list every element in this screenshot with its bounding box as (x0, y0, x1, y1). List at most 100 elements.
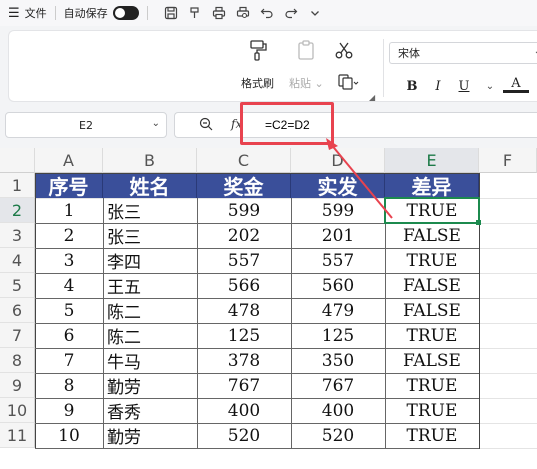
sheet-grid[interactable]: A B C D E F 1 2 3 4 5 6 7 8 9 10 11 序号 姓名 奖金 实发 差异 1 张三 599 599 TR… (0, 148, 537, 469)
table-cell[interactable]: 378 (197, 348, 291, 373)
redo-icon[interactable] (282, 4, 300, 22)
table-cell[interactable]: 8 (35, 373, 103, 398)
table-cell[interactable]: 10 (35, 423, 103, 448)
table-cell[interactable]: FALSE (385, 298, 479, 323)
row-header-2[interactable]: 2 (0, 198, 35, 223)
table-cell[interactable]: 400 (291, 398, 385, 423)
table-cell[interactable]: TRUE (385, 248, 479, 273)
name-box[interactable]: E2 ⌄ (5, 112, 167, 138)
table-cell[interactable]: 2 (35, 223, 103, 248)
underline-button[interactable]: U (451, 76, 477, 96)
format-painter-icon[interactable] (186, 4, 204, 22)
table-cell[interactable]: 201 (291, 223, 385, 248)
table-cell[interactable]: 牛马 (103, 348, 197, 373)
table-cell[interactable]: TRUE (385, 423, 479, 448)
table-cell[interactable]: TRUE (385, 373, 479, 398)
cut-button[interactable] (331, 37, 357, 63)
select-all-corner[interactable] (0, 148, 35, 173)
table-cell[interactable]: 张三 (103, 223, 197, 248)
table-cell[interactable]: 400 (197, 398, 291, 423)
table-cell[interactable]: 478 (197, 298, 291, 323)
row-header-7[interactable]: 7 (0, 323, 35, 348)
more-chevron-icon[interactable] (306, 4, 324, 22)
column-header-d[interactable]: D (291, 148, 385, 173)
file-menu-button[interactable]: ☰ 文件 (0, 0, 47, 26)
table-header-cell[interactable]: 序号 (35, 173, 103, 199)
dialog-launcher-icon[interactable]: ◢ (369, 93, 375, 102)
table-header-cell[interactable]: 实发 (291, 173, 385, 199)
table-cell[interactable]: 599 (197, 198, 291, 223)
undo-icon[interactable] (258, 4, 276, 22)
chevron-down-icon[interactable]: ⌄ (477, 76, 503, 96)
table-header-cell[interactable]: 差异 (385, 173, 479, 199)
formula-input-area[interactable]: fx =C2=D2 (174, 112, 537, 138)
table-cell[interactable]: 566 (197, 273, 291, 298)
table-cell[interactable]: 5 (35, 298, 103, 323)
active-cell-selection[interactable] (384, 197, 480, 224)
table-cell[interactable]: 350 (291, 348, 385, 373)
row-header-10[interactable]: 10 (0, 398, 35, 423)
zoom-formula-icon[interactable] (199, 117, 213, 135)
table-cell[interactable]: 479 (291, 298, 385, 323)
table-cell[interactable]: 1 (35, 198, 103, 223)
copy-button[interactable] (335, 69, 361, 95)
column-header-e[interactable]: E (385, 148, 479, 173)
row-header-6[interactable]: 6 (0, 298, 35, 323)
table-header-cell[interactable]: 姓名 (103, 173, 197, 199)
row-header-11[interactable]: 11 (0, 423, 35, 448)
font-name-select[interactable]: 宋体 ⌄ (389, 42, 537, 64)
table-gridline (35, 348, 479, 349)
table-cell[interactable]: 557 (197, 248, 291, 273)
table-cell[interactable]: 6 (35, 323, 103, 348)
column-header-b[interactable]: B (103, 148, 197, 173)
bold-button[interactable]: B (399, 76, 425, 96)
autosave-toggle-group[interactable]: 自动保存 (64, 0, 139, 26)
format-painter-button[interactable]: 格式刷 (241, 37, 274, 91)
row-header-8[interactable]: 8 (0, 348, 35, 373)
table-cell[interactable]: 3 (35, 248, 103, 273)
table-cell[interactable]: 4 (35, 273, 103, 298)
table-cell[interactable]: 陈二 (103, 323, 197, 348)
table-cell[interactable]: 香秀 (103, 398, 197, 423)
column-header-f[interactable]: F (479, 148, 537, 173)
row-header-5[interactable]: 5 (0, 273, 35, 298)
autosave-toggle[interactable] (112, 6, 139, 20)
font-color-button[interactable]: A (503, 76, 529, 93)
row-header-4[interactable]: 4 (0, 248, 35, 273)
table-header-cell[interactable]: 奖金 (197, 173, 291, 199)
table-cell[interactable]: TRUE (385, 323, 479, 348)
italic-button[interactable]: I (425, 76, 451, 96)
table-cell[interactable]: 557 (291, 248, 385, 273)
print-preview-icon[interactable] (234, 4, 252, 22)
table-cell[interactable]: 520 (197, 423, 291, 448)
table-cell[interactable]: FALSE (385, 348, 479, 373)
table-cell[interactable]: 王五 (103, 273, 197, 298)
fill-handle[interactable] (476, 220, 481, 225)
row-header-9[interactable]: 9 (0, 373, 35, 398)
table-cell[interactable]: 202 (197, 223, 291, 248)
save-icon[interactable] (162, 4, 180, 22)
table-cell[interactable]: 560 (291, 273, 385, 298)
table-cell[interactable]: TRUE (385, 398, 479, 423)
table-cell[interactable]: 767 (197, 373, 291, 398)
table-cell[interactable]: 767 (291, 373, 385, 398)
table-cell[interactable]: FALSE (385, 223, 479, 248)
table-cell[interactable]: 勤劳 (103, 373, 197, 398)
paste-button[interactable]: 粘贴 ⌄ (289, 37, 324, 91)
row-header-3[interactable]: 3 (0, 223, 35, 248)
table-cell[interactable]: 7 (35, 348, 103, 373)
table-cell[interactable]: 9 (35, 398, 103, 423)
table-cell[interactable]: 陈二 (103, 298, 197, 323)
table-cell[interactable]: FALSE (385, 273, 479, 298)
table-cell[interactable]: 125 (291, 323, 385, 348)
table-cell[interactable]: 勤劳 (103, 423, 197, 448)
row-header-1[interactable]: 1 (0, 173, 35, 198)
print-icon[interactable] (210, 4, 228, 22)
table-cell[interactable]: 张三 (103, 198, 197, 223)
table-cell[interactable]: 599 (291, 198, 385, 223)
column-header-a[interactable]: A (35, 148, 103, 173)
column-header-c[interactable]: C (197, 148, 291, 173)
table-cell[interactable]: 520 (291, 423, 385, 448)
table-cell[interactable]: 125 (197, 323, 291, 348)
table-cell[interactable]: 李四 (103, 248, 197, 273)
